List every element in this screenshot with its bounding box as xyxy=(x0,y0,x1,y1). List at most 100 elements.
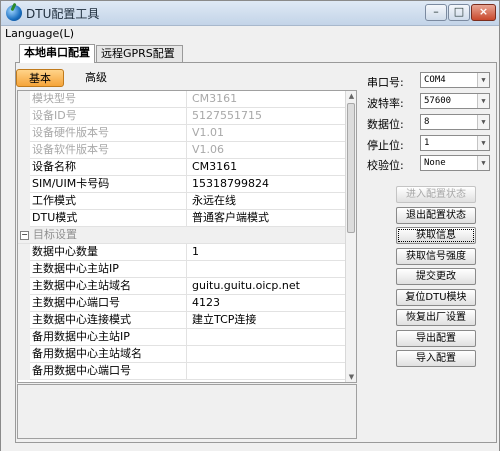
row-gutter xyxy=(18,261,30,278)
action-button-7[interactable]: 导出配置 xyxy=(396,329,476,347)
action-button-0[interactable]: 进入配置状态 xyxy=(396,186,476,203)
parity-label: 校验位: xyxy=(367,159,404,172)
property-name: 主数据中心主站IP xyxy=(31,261,187,278)
app-window: DTU配置工具 – □ × Language(L) 本地串口配置 远程GPRS配… xyxy=(0,0,500,451)
stop-bits-label: 停止位: xyxy=(367,139,404,152)
table-row[interactable]: 设备硬件版本号 V1.01 xyxy=(18,125,345,142)
property-name: 主数据中心端口号 xyxy=(31,295,187,312)
property-value[interactable] xyxy=(192,346,342,363)
table-row[interactable]: 设备名称 CM3161 xyxy=(18,159,345,176)
maximize-button[interactable]: □ xyxy=(448,4,470,21)
property-value[interactable]: 普通客户端模式 xyxy=(192,210,342,227)
table-row[interactable]: 备用数据中心主站域名 xyxy=(18,346,345,363)
chevron-down-icon[interactable]: ▼ xyxy=(477,115,489,129)
property-value[interactable] xyxy=(192,261,342,278)
property-value[interactable] xyxy=(192,329,342,346)
action-button-8[interactable]: 导入配置 xyxy=(396,350,476,367)
chevron-down-icon[interactable]: ▼ xyxy=(477,73,489,87)
menu-language[interactable]: Language(L) xyxy=(5,27,74,40)
property-value[interactable] xyxy=(192,363,342,380)
row-gutter xyxy=(18,176,30,193)
grid-category-row[interactable]: − 目标设置 xyxy=(18,227,345,244)
bottom-edge xyxy=(1,443,499,451)
table-row[interactable]: 主数据中心主站IP xyxy=(18,261,345,278)
property-value[interactable]: 4123 xyxy=(192,295,342,312)
property-value[interactable]: 15318799824 xyxy=(192,176,342,193)
property-name: 设备名称 xyxy=(31,159,187,176)
subtab-basic[interactable]: 基本 xyxy=(16,69,64,87)
tab-remote-gprs[interactable]: 远程GPRS配置 xyxy=(96,45,183,62)
action-button-4[interactable]: 提交更改 xyxy=(396,268,476,285)
row-gutter xyxy=(18,329,30,346)
action-button-1[interactable]: 退出配置状态 xyxy=(396,206,476,224)
table-row[interactable]: 工作模式 永远在线 xyxy=(18,193,345,210)
parity-select[interactable]: None ▼ xyxy=(420,155,490,171)
property-value[interactable]: guitu.guitu.oicp.net xyxy=(192,278,342,295)
row-gutter xyxy=(18,295,30,312)
table-row[interactable]: 备用数据中心端口号 xyxy=(18,363,345,380)
stop-bits-select[interactable]: 1 ▼ xyxy=(420,135,490,151)
property-value[interactable]: CM3161 xyxy=(192,159,342,176)
table-row[interactable]: 模块型号 CM3161 xyxy=(18,91,345,108)
arrow-up-icon[interactable]: ▲ xyxy=(347,91,356,101)
property-name: 主数据中心连接模式 xyxy=(31,312,187,329)
table-row[interactable]: DTU模式 普通客户端模式 xyxy=(18,210,345,227)
table-row[interactable]: 主数据中心主站域名 guitu.guitu.oicp.net xyxy=(18,278,345,295)
chevron-down-icon[interactable]: ▼ xyxy=(477,136,489,150)
row-gutter xyxy=(18,193,30,210)
table-row[interactable]: SIM/UIM卡号码 15318799824 xyxy=(18,176,345,193)
close-button[interactable]: × xyxy=(471,4,496,21)
baud-label: 波特率: xyxy=(367,97,404,110)
parity-value: None xyxy=(424,158,446,168)
scroll-thumb[interactable] xyxy=(347,103,355,233)
action-button-5[interactable]: 复位DTU模块 xyxy=(396,288,476,306)
row-gutter xyxy=(18,278,30,295)
property-value[interactable]: 建立TCP连接 xyxy=(192,312,342,329)
table-row[interactable]: 备用数据中心主站IP xyxy=(18,329,345,346)
baud-select[interactable]: 57600 ▼ xyxy=(420,93,490,109)
property-name: 数据中心数量 xyxy=(31,244,187,261)
table-row[interactable]: 数据中心数量 1 xyxy=(18,244,345,261)
property-name: 设备软件版本号 xyxy=(31,142,187,159)
port-select[interactable]: COM4 ▼ xyxy=(420,72,490,88)
chevron-down-icon[interactable]: ▼ xyxy=(477,94,489,108)
title-bar: DTU配置工具 – □ × xyxy=(1,1,499,26)
chevron-down-icon[interactable]: ▼ xyxy=(477,156,489,170)
minus-box-icon[interactable]: − xyxy=(20,231,29,240)
table-row[interactable]: 设备软件版本号 V1.06 xyxy=(18,142,345,159)
property-value: V1.06 xyxy=(192,143,225,156)
baud-value: 57600 xyxy=(424,96,452,106)
property-name: SIM/UIM卡号码 xyxy=(31,176,187,193)
row-gutter xyxy=(18,363,30,380)
globe-icon xyxy=(6,5,22,21)
grid-scrollbar[interactable]: ▲ ▼ xyxy=(345,91,356,382)
minimize-button[interactable]: – xyxy=(425,4,447,21)
table-row[interactable]: 主数据中心端口号 4123 xyxy=(18,295,345,312)
tab-local-serial[interactable]: 本地串口配置 xyxy=(19,44,95,63)
row-gutter xyxy=(18,210,30,227)
row-gutter xyxy=(18,312,30,329)
property-value: CM3161 xyxy=(192,92,238,105)
property-value[interactable]: 1 xyxy=(192,244,342,261)
property-name: 主数据中心主站域名 xyxy=(31,278,187,295)
stop-bits-value: 1 xyxy=(424,138,430,148)
arrow-down-icon[interactable]: ▼ xyxy=(347,372,356,382)
data-bits-select[interactable]: 8 ▼ xyxy=(420,114,490,130)
action-button-3[interactable]: 获取信号强度 xyxy=(396,247,476,265)
row-gutter xyxy=(18,108,30,125)
table-row[interactable]: 主数据中心连接模式 建立TCP连接 xyxy=(18,312,345,329)
row-gutter xyxy=(18,91,30,108)
property-name: 设备硬件版本号 xyxy=(31,125,187,142)
property-value: V1.01 xyxy=(192,126,225,139)
row-gutter xyxy=(18,346,30,363)
property-name: 备用数据中心主站IP xyxy=(31,329,187,346)
action-button-2[interactable]: 获取信息 xyxy=(396,227,476,244)
row-gutter xyxy=(18,159,30,176)
port-label: 串口号: xyxy=(367,76,404,89)
property-name: 备用数据中心主站域名 xyxy=(31,346,187,363)
action-button-6[interactable]: 恢复出厂设置 xyxy=(396,309,476,326)
property-value[interactable]: 永远在线 xyxy=(192,193,342,210)
subtab-advanced[interactable]: 高级 xyxy=(76,69,116,87)
port-value: COM4 xyxy=(424,75,446,85)
table-row[interactable]: 设备ID号 5127551715 xyxy=(18,108,345,125)
